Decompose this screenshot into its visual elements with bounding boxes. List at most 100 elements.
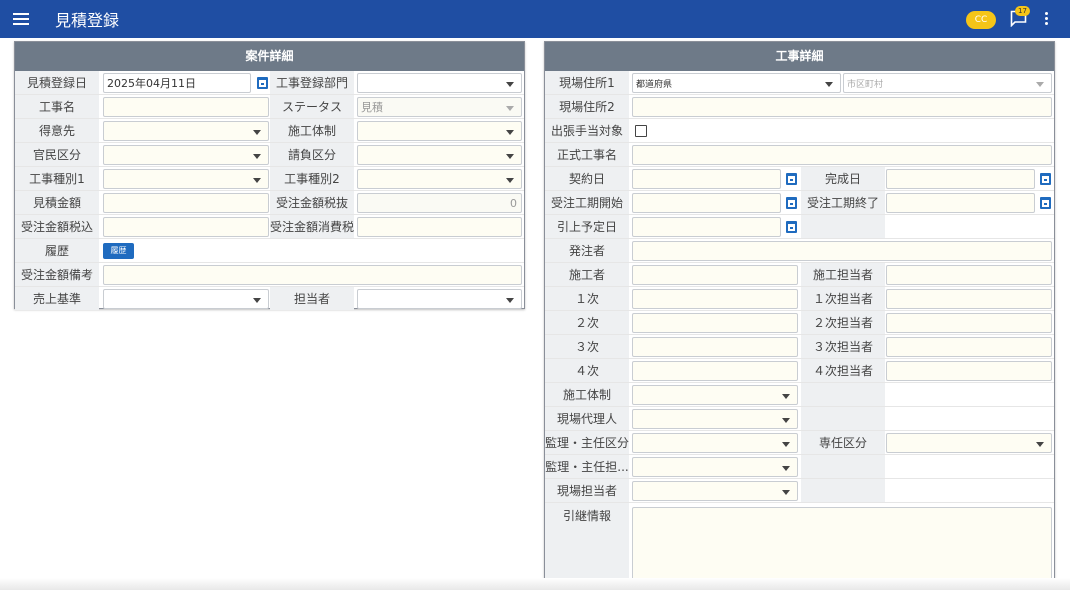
chevron-down-icon (782, 490, 790, 495)
orderer-input[interactable] (632, 241, 1052, 261)
field-label: 監理・主任担... (545, 455, 629, 478)
calendar-icon[interactable] (786, 221, 797, 233)
order-note-input[interactable] (103, 265, 522, 285)
chevron-down-icon (782, 442, 790, 447)
travel-checkbox[interactable] (635, 125, 647, 137)
form-row: ４次 ４次担当者 (545, 359, 1054, 383)
empty-label (801, 455, 885, 478)
project-name-input[interactable] (103, 97, 269, 117)
field-label: 売上基準 (15, 287, 99, 310)
period-end-input[interactable] (886, 193, 1035, 213)
calendar-icon[interactable] (257, 77, 268, 89)
supervisor-person-select[interactable] (632, 457, 798, 477)
field-label: 専任区分 (801, 431, 885, 454)
form-row: 受注金額備考 (15, 263, 524, 287)
field-label: ２次担当者 (801, 311, 885, 334)
field-label: 発注者 (545, 239, 629, 262)
supervisor-type-select[interactable] (632, 433, 798, 453)
type1-select[interactable] (103, 169, 269, 189)
builder-person-input[interactable] (886, 265, 1052, 285)
site-agent-select[interactable] (632, 409, 798, 429)
period-start-input[interactable] (632, 193, 781, 213)
tier1-input[interactable] (632, 289, 798, 309)
chevron-down-icon (253, 178, 261, 183)
tier3-input[interactable] (632, 337, 798, 357)
builder-input[interactable] (632, 265, 798, 285)
form-row: 正式工事名 (545, 143, 1054, 167)
chevron-down-icon (506, 178, 514, 183)
empty-label (801, 215, 885, 238)
field-label: １次 (545, 287, 629, 310)
form-row: 受注工期開始 受注工期終了 (545, 191, 1054, 215)
tier2-person-input[interactable] (886, 313, 1052, 333)
tier1-person-input[interactable] (886, 289, 1052, 309)
field-label: 受注金額備考 (15, 263, 99, 286)
tier3-person-input[interactable] (886, 337, 1052, 357)
chevron-down-icon (506, 298, 514, 303)
address2-input[interactable] (632, 97, 1052, 117)
sales-basis-select[interactable] (103, 289, 269, 309)
customer-select[interactable] (103, 121, 269, 141)
field-label: 工事登録部門 (270, 71, 354, 94)
prefecture-placeholder: 都道府県 (636, 79, 673, 90)
empty-label (801, 479, 885, 502)
history-button[interactable]: 履歴 (103, 243, 134, 259)
calendar-icon[interactable] (1040, 197, 1051, 209)
form-row: 引継情報 (545, 503, 1054, 587)
estimate-amount-input[interactable] (103, 193, 269, 213)
dedicated-type-select[interactable] (886, 433, 1052, 453)
tier2-input[interactable] (632, 313, 798, 333)
field-label: 見積登録日 (15, 71, 99, 94)
calendar-icon[interactable] (1040, 173, 1051, 185)
form-row: ２次 ２次担当者 (545, 311, 1054, 335)
field-label: 出張手当対象 (545, 119, 629, 142)
pullout-date-input[interactable] (632, 217, 781, 237)
chevron-down-icon (1036, 82, 1044, 87)
system-select[interactable] (632, 385, 798, 405)
more-vert-icon[interactable] (1045, 12, 1049, 28)
system-select[interactable] (357, 121, 522, 141)
calendar-icon[interactable] (786, 173, 797, 185)
construction-details-panel: 工事詳細 現場住所1 都道府県 市区町村 現場住所2 出張手当対象 正式工事名 … (544, 41, 1055, 588)
chevron-down-icon (253, 130, 261, 135)
city-select[interactable]: 市区町村 (843, 73, 1052, 93)
prefecture-select[interactable]: 都道府県 (632, 73, 841, 93)
field-label: 工事名 (15, 95, 99, 118)
status-select[interactable]: 見積 (357, 97, 522, 117)
contract-date-input[interactable] (632, 169, 781, 189)
form-row: 引上予定日 (545, 215, 1054, 239)
type2-select[interactable] (357, 169, 522, 189)
contract-type-select[interactable] (357, 145, 522, 165)
order-excl-input[interactable]: 0 (357, 193, 522, 213)
form-row: 売上基準 担当者 (15, 287, 524, 311)
official-name-input[interactable] (632, 145, 1052, 165)
estimate-date-field[interactable]: 2025年04月11日 (103, 73, 251, 93)
handover-textarea[interactable] (632, 507, 1052, 585)
tier4-person-input[interactable] (886, 361, 1052, 381)
tier4-input[interactable] (632, 361, 798, 381)
field-label: 現場住所1 (545, 71, 629, 94)
person-select[interactable] (357, 289, 522, 309)
order-tax-input[interactable] (357, 217, 522, 237)
empty-label (801, 407, 885, 430)
form-row: 官民区分 請負区分 (15, 143, 524, 167)
site-person-select[interactable] (632, 481, 798, 501)
form-row: 現場住所1 都道府県 市区町村 (545, 71, 1054, 95)
public-private-select[interactable] (103, 145, 269, 165)
avatar[interactable]: CC (966, 11, 996, 29)
form-row: 工事名 ステータス 見積 (15, 95, 524, 119)
field-label: 官民区分 (15, 143, 99, 166)
menu-icon[interactable] (13, 13, 29, 25)
calendar-icon[interactable] (786, 197, 797, 209)
field-label: 施工体制 (270, 119, 354, 142)
completion-date-input[interactable] (886, 169, 1035, 189)
notification-badge: 17 (1015, 6, 1030, 16)
field-label: 見積金額 (15, 191, 99, 214)
field-label: 施工体制 (545, 383, 629, 406)
field-label: 請負区分 (270, 143, 354, 166)
order-incl-input[interactable] (103, 217, 269, 237)
form-row: 出張手当対象 (545, 119, 1054, 143)
field-label: ３次担当者 (801, 335, 885, 358)
app-bar: 見積登録 CC 17 (0, 0, 1070, 38)
dept-select[interactable] (357, 73, 522, 93)
